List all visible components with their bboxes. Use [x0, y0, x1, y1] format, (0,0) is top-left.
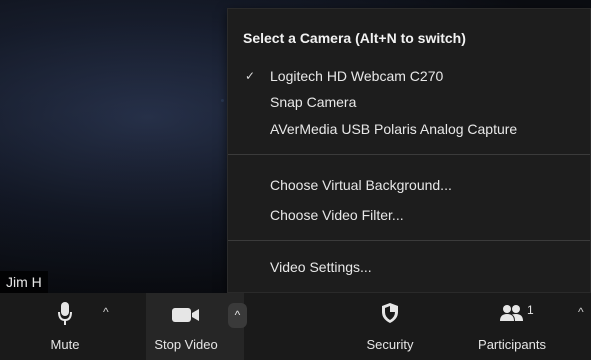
- security-label: Security: [366, 337, 414, 352]
- choose-video-filter-option[interactable]: Choose Video Filter...: [228, 202, 590, 228]
- menu-divider: [228, 154, 590, 155]
- participants-options-caret[interactable]: ^: [578, 305, 584, 319]
- stop-video-label: Stop Video: [154, 337, 218, 352]
- participants-label: Participants: [478, 337, 546, 352]
- security-button[interactable]: Security: [360, 293, 420, 360]
- camera-menu-title: Select a Camera (Alt+N to switch): [243, 30, 466, 46]
- mute-button[interactable]: Mute: [40, 293, 90, 360]
- video-camera-icon: [171, 307, 201, 328]
- video-noise: [221, 99, 224, 102]
- video-options-caret[interactable]: ^: [228, 303, 247, 328]
- participants-button[interactable]: 1 Participants: [467, 293, 557, 360]
- camera-option-label: Logitech HD Webcam C270: [270, 68, 444, 84]
- option-label: Choose Video Filter...: [270, 207, 404, 223]
- camera-option-label: AVerMedia USB Polaris Analog Capture: [270, 121, 518, 137]
- shield-icon: [381, 302, 399, 329]
- camera-option-avermedia[interactable]: AVerMedia USB Polaris Analog Capture: [228, 116, 590, 142]
- stop-video-button[interactable]: Stop Video: [146, 293, 226, 360]
- audio-options-caret[interactable]: ^: [103, 305, 109, 319]
- camera-option-label: Snap Camera: [270, 94, 357, 110]
- mute-label: Mute: [50, 337, 80, 352]
- camera-menu: Select a Camera (Alt+N to switch) ✓ Logi…: [227, 8, 591, 293]
- checkmark-icon: ✓: [245, 69, 256, 83]
- meeting-toolbar: Mute ^ Stop Video ^ Security 1 Participa…: [0, 293, 591, 360]
- menu-divider: [228, 240, 590, 241]
- microphone-icon: [57, 301, 73, 332]
- participants-count: 1: [527, 303, 534, 317]
- camera-option-logitech[interactable]: ✓ Logitech HD Webcam C270: [228, 63, 590, 89]
- video-settings-option[interactable]: Video Settings...: [228, 254, 590, 280]
- choose-virtual-background-option[interactable]: Choose Virtual Background...: [228, 172, 590, 198]
- camera-option-snap[interactable]: Snap Camera: [228, 89, 590, 115]
- people-icon: [499, 304, 525, 327]
- participant-name-tag: Jim H: [0, 271, 48, 293]
- option-label: Choose Virtual Background...: [270, 177, 452, 193]
- option-label: Video Settings...: [270, 259, 372, 275]
